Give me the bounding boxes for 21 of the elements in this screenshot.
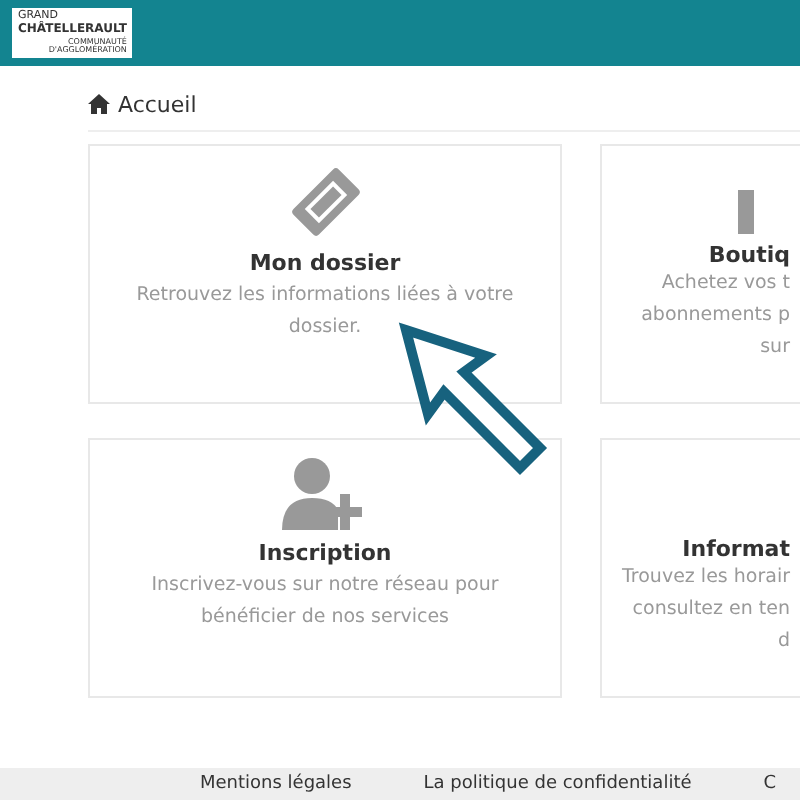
card-title: Informat [682, 536, 790, 562]
service-card[interactable]: Informat Trouvez les horair consultez en ten d [600, 438, 800, 698]
breadcrumb-link[interactable]: Accueil [118, 91, 197, 117]
card-description: d [777, 628, 790, 656]
card-title: Boutiq [708, 242, 790, 268]
card-description: sur [760, 334, 790, 362]
footer-link[interactable]: C [763, 774, 777, 794]
footer-link[interactable]: Mentions légales [200, 774, 352, 794]
card-title: Inscription [258, 540, 392, 566]
card-title: Mon dossier [249, 250, 401, 276]
footer-link[interactable]: La politique de confidentialité [423, 774, 692, 794]
card-description: Achetez vos t [661, 270, 790, 298]
service-card[interactable]: Boutiq Achetez vos t abonnements p sur [600, 144, 800, 404]
home-icon [88, 94, 110, 114]
card-description: Retrouvez les informations liées à votre dossier. [134, 282, 516, 342]
card-description: Trouvez les horair [622, 564, 790, 592]
card-description: Inscrivez-vous sur notre réseau pour bénéficier de nos services [149, 572, 501, 632]
cursor-arrow-icon [396, 320, 552, 480]
card-description: abonnements p [641, 302, 790, 330]
service-card[interactable]: Inscription Inscrivez-vous sur notre réseau pour bénéficier de nos services [88, 438, 562, 698]
card-description: consultez en ten [632, 596, 790, 624]
